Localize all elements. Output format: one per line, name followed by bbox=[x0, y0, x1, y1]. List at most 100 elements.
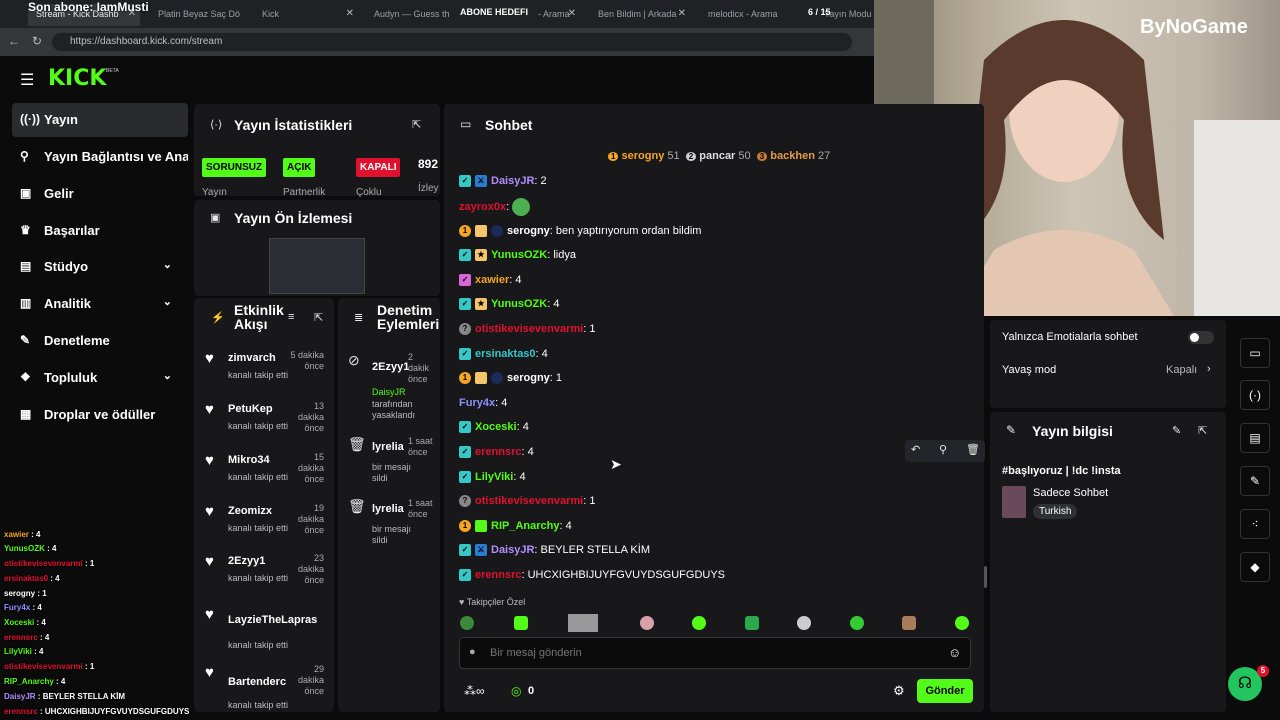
send-button[interactable]: Gönder bbox=[917, 679, 973, 703]
chat-username[interactable]: erennsrc bbox=[475, 569, 521, 581]
emote-icon[interactable] bbox=[955, 616, 969, 630]
close-icon[interactable]: ✕ bbox=[346, 8, 354, 19]
overlay-chat-line: erennsrc : UHCXIGHBIJUYFGVUYDSGUFGDUYS bbox=[4, 707, 190, 716]
chat-username[interactable]: otistikevisevenvarmi bbox=[475, 323, 583, 335]
emote-icon[interactable] bbox=[797, 616, 811, 630]
sidebar-item-studyo[interactable]: ▤ Stüdyo ⌄ bbox=[12, 250, 188, 284]
emote-icon[interactable] bbox=[745, 616, 759, 630]
gift-badge-icon bbox=[475, 225, 487, 238]
overlay-user: otistikevisevenvarmi bbox=[4, 559, 83, 568]
chat-username[interactable]: Fury4x bbox=[459, 397, 495, 409]
new-user-badge-icon: ? bbox=[459, 323, 471, 336]
chat-username[interactable]: YunusOZK bbox=[491, 298, 547, 310]
category-name[interactable]: Sadece Sohbet bbox=[1033, 487, 1108, 499]
chat-username[interactable]: YunusOZK bbox=[491, 249, 547, 261]
chat-username[interactable]: otistikevisevenvarmi bbox=[475, 495, 583, 507]
sub-badge-icon: ✓ bbox=[459, 544, 471, 557]
popout-icon[interactable]: ⇱ bbox=[412, 118, 421, 131]
stream-sidebar-button[interactable]: (·) bbox=[1240, 380, 1270, 410]
pin-icon[interactable]: ⚲ bbox=[939, 443, 947, 456]
overlay-text: 4 bbox=[38, 647, 44, 656]
tab-label: Yayın Modu | bbox=[824, 9, 874, 19]
channel-points-icon[interactable]: ⁂∞ bbox=[464, 684, 485, 698]
reply-icon[interactable]: ↶ bbox=[911, 443, 920, 456]
chat-sidebar-button[interactable]: ▭ bbox=[1240, 338, 1270, 368]
sidebar-item-denetleme[interactable]: ✎ Denetleme bbox=[12, 324, 188, 358]
slow-mode-value[interactable]: Kapalı bbox=[1166, 364, 1197, 376]
emote-icon[interactable] bbox=[640, 616, 654, 630]
chat-username[interactable]: ersinaktas0 bbox=[475, 348, 536, 360]
emote-icon[interactable] bbox=[902, 616, 916, 630]
sidebar-item-analitik[interactable]: ▥ Analitik ⌄ bbox=[12, 287, 188, 321]
chat-message: ✓ xawier: 4 bbox=[459, 272, 522, 290]
overlay-text: 4 bbox=[60, 677, 66, 686]
chat-username[interactable]: serogny bbox=[507, 372, 550, 384]
browser-tab[interactable]: Platin Beyaz Saç Dö bbox=[150, 4, 248, 26]
chat-username[interactable]: DaisyJR bbox=[491, 175, 534, 187]
chat-username[interactable]: xawier bbox=[475, 274, 509, 286]
event-text: kanalı takip etti bbox=[228, 523, 289, 533]
back-icon[interactable]: ← bbox=[8, 34, 20, 48]
chat-message-input[interactable] bbox=[490, 643, 930, 663]
badge-caption: Yayın bbox=[202, 187, 227, 198]
stream-info-panel bbox=[990, 412, 1226, 712]
chat-username[interactable]: DaisyJR bbox=[491, 544, 534, 556]
chat-username[interactable]: erennsrc bbox=[475, 446, 521, 458]
sidebar-item-basarilar[interactable]: ♛ Başarılar bbox=[12, 214, 188, 248]
follower-name: zimvarch bbox=[228, 352, 276, 364]
kick-logo[interactable]: KICK bbox=[48, 66, 106, 91]
reload-icon[interactable]: ↻ bbox=[32, 34, 42, 48]
chat-username[interactable]: Xoceski bbox=[475, 421, 517, 433]
chat-username[interactable]: RIP_Anarchy bbox=[491, 520, 559, 532]
tag-icon: ◆ bbox=[1250, 560, 1260, 574]
emote-only-toggle[interactable] bbox=[1188, 331, 1214, 344]
chevron-right-icon[interactable]: › bbox=[1207, 363, 1211, 375]
sidebar-item-label: Droplar ve ödüller bbox=[44, 407, 156, 422]
chat-username[interactable]: LilyViki bbox=[475, 471, 513, 483]
sidebar-item-droplar[interactable]: ▦ Droplar ve ödüller bbox=[12, 398, 188, 432]
sidebar-item-topluluk[interactable]: ❖ Topluluk ⌄ bbox=[12, 361, 188, 395]
gear-icon[interactable]: ⚙ bbox=[893, 683, 905, 699]
sidebar-item-label: Yayın bbox=[44, 112, 78, 127]
chat-username[interactable]: serogny bbox=[507, 225, 550, 237]
chart-icon: ▥ bbox=[20, 296, 32, 310]
emote-icon[interactable] bbox=[692, 616, 706, 630]
emoji-icon[interactable]: ☺ bbox=[948, 645, 961, 660]
edit-icon[interactable]: ✎ bbox=[1172, 424, 1181, 437]
mod-badge-icon: ⚔ bbox=[475, 175, 487, 188]
points-count: 0 bbox=[528, 685, 535, 697]
url-input[interactable]: https://dashboard.kick.com/stream bbox=[52, 33, 852, 51]
menu-icon[interactable]: ☰ bbox=[20, 70, 34, 90]
sidebar-item-stream-key[interactable]: ⚲ Yayın Bağlantısı ve Anahtar bbox=[12, 140, 188, 174]
delete-icon[interactable]: 🗑 bbox=[966, 443, 980, 456]
chat-scrollbar[interactable] bbox=[984, 566, 987, 588]
tools-sidebar-button[interactable]: ✎ bbox=[1240, 466, 1270, 496]
tags-sidebar-button[interactable]: ◆ bbox=[1240, 552, 1270, 582]
popout-icon[interactable]: ⇱ bbox=[1198, 424, 1207, 437]
category-thumbnail[interactable] bbox=[1002, 486, 1026, 518]
rank-badge: 1 bbox=[608, 152, 619, 161]
tab-label: Kick bbox=[262, 9, 280, 19]
emote-icon[interactable] bbox=[850, 616, 864, 630]
sidebar-item-yayin[interactable]: ((·)) Yayın bbox=[12, 103, 188, 137]
star-badge-icon: ★ bbox=[475, 249, 487, 262]
emote-icon[interactable] bbox=[460, 616, 474, 630]
chat-username[interactable]: zayrox0x bbox=[459, 201, 506, 213]
chat-message: Fury4x: 4 bbox=[459, 397, 508, 409]
popout-icon[interactable]: ⇱ bbox=[314, 311, 323, 324]
action-text: bir mesajı bbox=[372, 524, 412, 534]
sub-goal-label: ABONE HEDEFI 6 / 15 bbox=[460, 7, 831, 17]
filter-icon[interactable]: ≡ bbox=[288, 311, 294, 323]
layout-sidebar-button[interactable]: ▤ bbox=[1240, 423, 1270, 453]
preview-title: Yayın Ön İzlemesi bbox=[234, 210, 353, 226]
stream-preview-thumbnail[interactable] bbox=[269, 238, 365, 294]
emote-icon[interactable] bbox=[514, 616, 528, 630]
top-gifters: 1 serogny 51 2 pancar 50 3 backhen 27 bbox=[608, 150, 830, 162]
emote-icon[interactable] bbox=[568, 614, 598, 632]
browser-tab[interactable]: Audyn — Guess th bbox=[366, 4, 458, 26]
integrations-sidebar-button[interactable]: ⁖ bbox=[1240, 509, 1270, 539]
sidebar-item-gelir[interactable]: ▣ Gelir bbox=[12, 177, 188, 211]
heart-icon: ♥ bbox=[205, 606, 214, 623]
browser-tab[interactable]: Kick ✕ bbox=[254, 4, 358, 26]
user-badge-icon[interactable]: ● bbox=[469, 646, 476, 658]
